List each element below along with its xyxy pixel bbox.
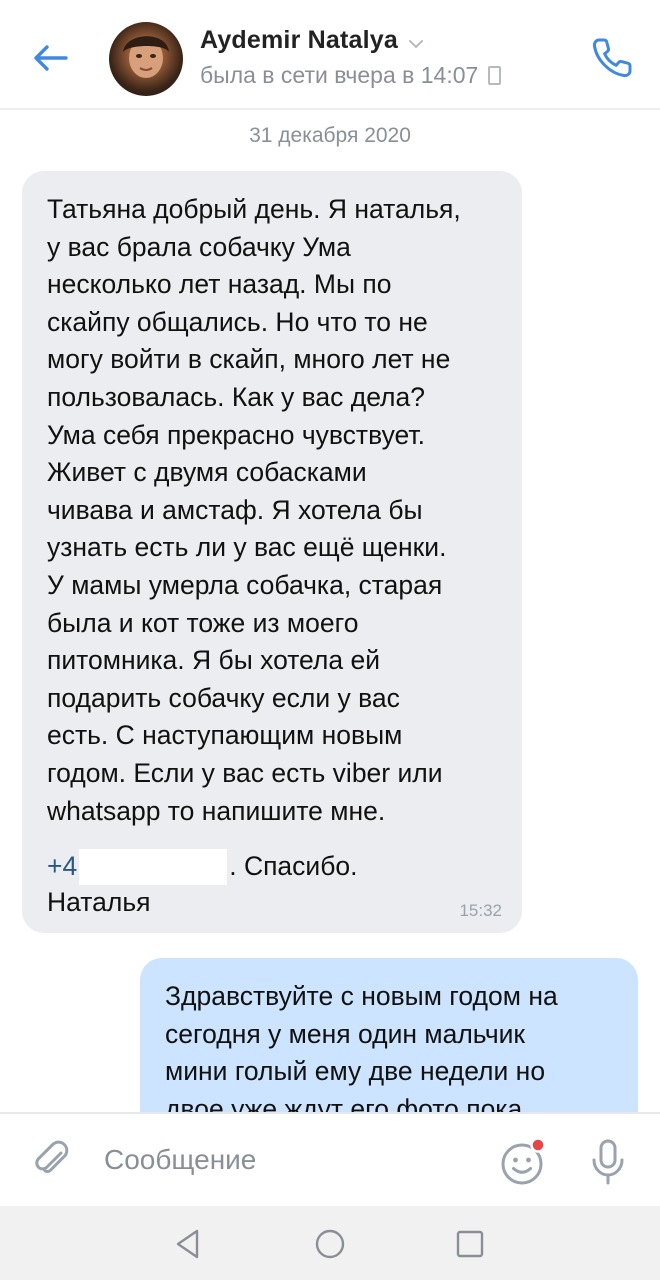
nav-home-icon xyxy=(315,1229,345,1259)
message-input[interactable] xyxy=(104,1138,474,1182)
date-separator: 31 декабря 2020 xyxy=(249,124,411,147)
nav-recents-icon xyxy=(456,1230,484,1258)
microphone-icon xyxy=(592,1139,624,1185)
phone-icon xyxy=(592,38,632,78)
attach-button[interactable] xyxy=(28,1136,76,1184)
avatar-photo xyxy=(123,36,169,78)
contact-name[interactable]: Aydemir Natalya xyxy=(200,26,398,55)
incoming-message-text: Татьяна добрый день. Я наталья, у вас бр… xyxy=(47,194,461,826)
incoming-message-bubble[interactable]: Татьяна добрый день. Я наталья, у вас бр… xyxy=(22,171,522,933)
notification-dot xyxy=(530,1137,546,1153)
nav-back-button[interactable] xyxy=(168,1224,208,1264)
chevron-down-icon xyxy=(409,39,423,48)
mobile-device-icon xyxy=(488,66,502,85)
back-button[interactable] xyxy=(24,32,76,84)
last-seen-status: была в сети вчера в 14:07 xyxy=(200,62,479,88)
arrow-left-icon xyxy=(34,45,68,71)
avatar[interactable] xyxy=(109,22,183,96)
outgoing-message-text: Здравствуйте с новым годом на сегодня у … xyxy=(165,981,558,1124)
paperclip-icon xyxy=(35,1140,69,1173)
nav-back-icon xyxy=(176,1229,199,1259)
phone-number-link[interactable]: +4 xyxy=(47,848,77,886)
chat-header: Aydemir Natalya была в сети вчера в 14:0… xyxy=(0,0,660,110)
contact-status-row: была в сети вчера в 14:07 xyxy=(200,62,502,89)
voice-message-button[interactable] xyxy=(582,1136,634,1188)
redacted-phone xyxy=(79,848,228,885)
nav-home-button[interactable] xyxy=(310,1224,350,1264)
message-time: 15:32 xyxy=(459,901,502,920)
chat-screen: Aydemir Natalya была в сети вчера в 14:0… xyxy=(0,0,660,1280)
message-composer xyxy=(0,1112,660,1206)
contact-title-row[interactable]: Aydemir Natalya xyxy=(200,26,424,55)
smiley-icon xyxy=(501,1137,546,1185)
nav-recents-button[interactable] xyxy=(450,1224,490,1264)
phone-line: +4 . Спасибо. xyxy=(47,848,358,886)
emoji-button[interactable] xyxy=(498,1136,550,1188)
thanks-text: . Спасибо. xyxy=(229,851,358,881)
message-signature: Наталья xyxy=(47,887,151,917)
system-navigation-bar xyxy=(0,1206,660,1280)
call-button[interactable] xyxy=(584,32,640,84)
